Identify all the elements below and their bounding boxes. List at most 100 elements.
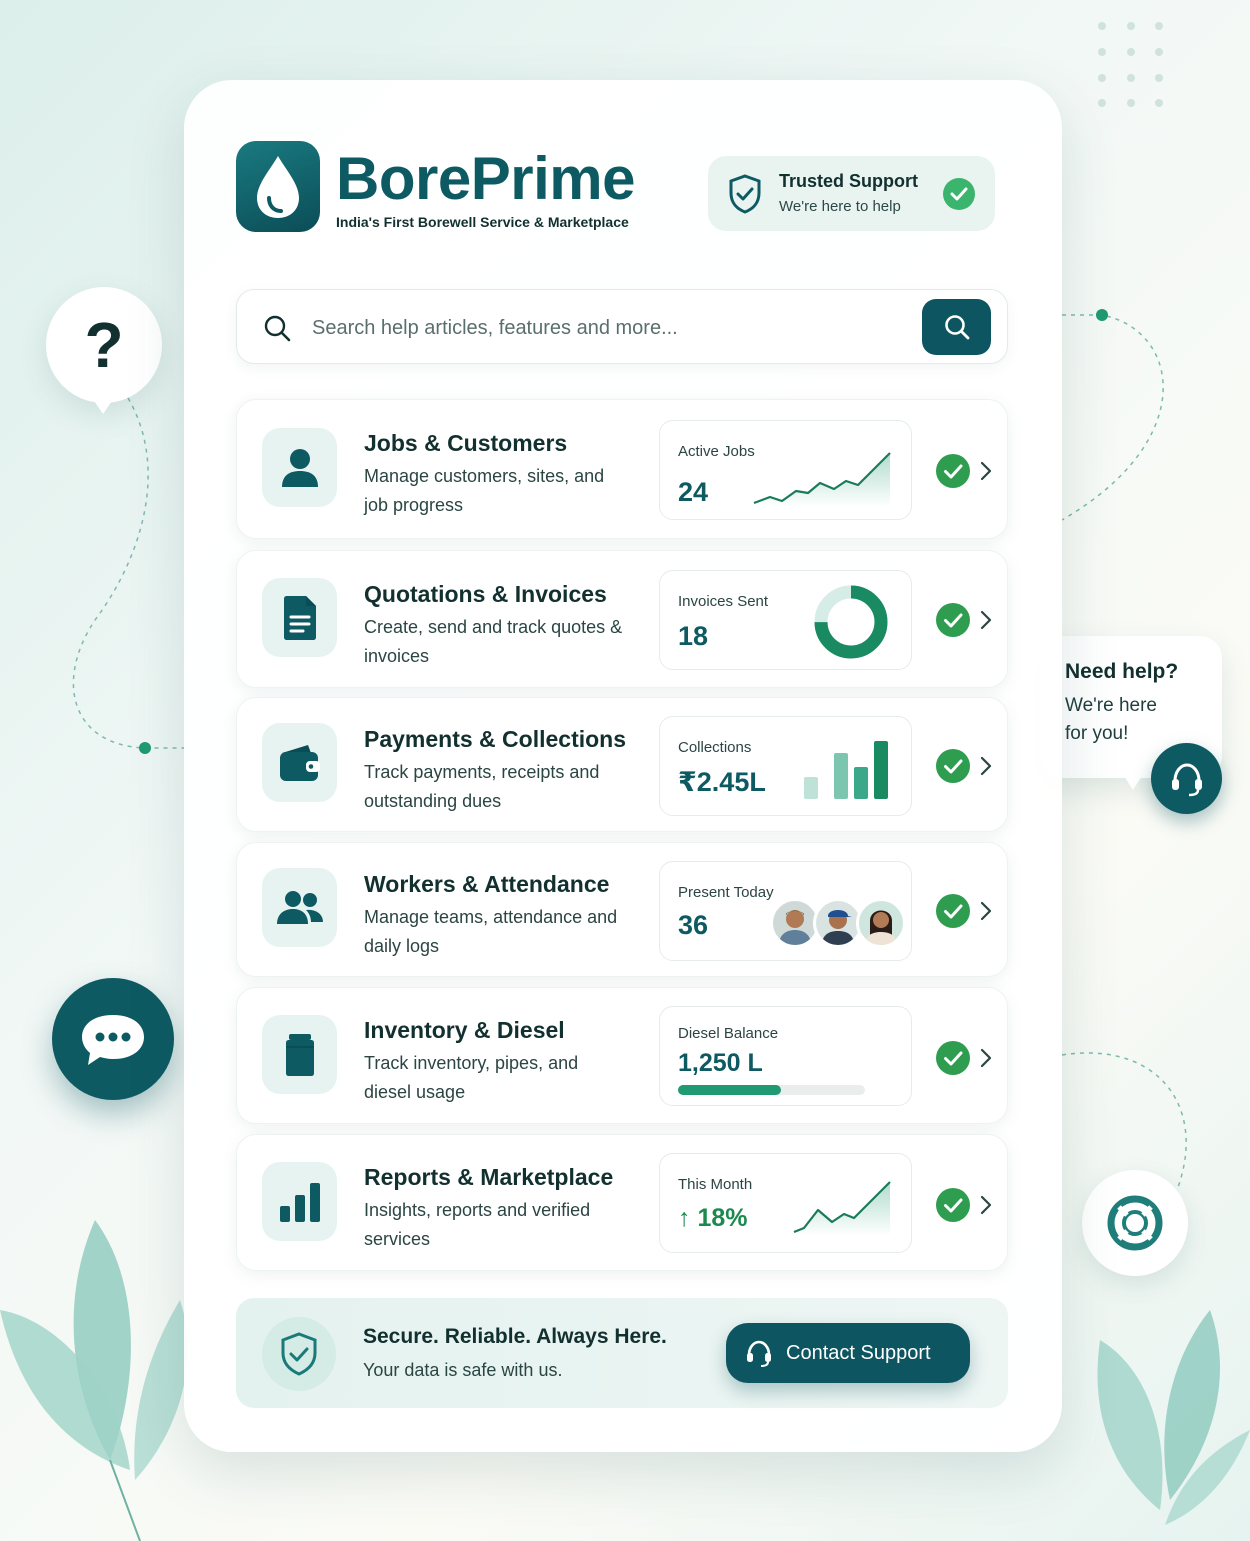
document-icon bbox=[283, 595, 316, 640]
icon-tile bbox=[262, 1162, 337, 1241]
stat-card-active-jobs: Active Jobs 24 bbox=[659, 420, 912, 520]
search-icon bbox=[944, 315, 969, 340]
avatar bbox=[856, 898, 906, 948]
security-banner: Secure. Reliable. Always Here. Your data… bbox=[236, 1298, 1008, 1408]
shield-check-icon bbox=[281, 1332, 317, 1376]
person-icon bbox=[281, 448, 318, 487]
row-description: Manage customers, sites, and job progres… bbox=[364, 466, 605, 515]
check-circle-icon bbox=[936, 1041, 970, 1075]
contact-support-label: Contact Support bbox=[786, 1341, 931, 1364]
brand-tagline: India's First Borewell Service & Marketp… bbox=[336, 214, 629, 230]
row-description: Create, send and track quotes & invoices bbox=[364, 617, 623, 666]
stat-value: ₹2.45L bbox=[678, 767, 766, 797]
stat-label: Collections bbox=[678, 739, 752, 756]
row-workers-attendance[interactable]: Workers & Attendance Manage teams, atten… bbox=[236, 842, 1008, 977]
headset-support-button[interactable] bbox=[1151, 743, 1222, 814]
icon-tile bbox=[262, 868, 337, 947]
stat-card-this-month: This Month ↑ 18% bbox=[659, 1153, 912, 1253]
check-circle-icon bbox=[936, 1188, 970, 1222]
chat-bubble-icon bbox=[82, 1015, 144, 1065]
chevron-right-icon bbox=[980, 1048, 992, 1068]
chevron-right-icon bbox=[980, 1195, 992, 1215]
chevron-right-icon bbox=[980, 756, 992, 776]
search-bar bbox=[236, 289, 1008, 364]
donut-chart bbox=[814, 585, 888, 659]
diesel-progress-fill bbox=[678, 1085, 781, 1095]
trusted-support-subtitle: We're here to help bbox=[779, 198, 901, 215]
icon-tile bbox=[262, 578, 337, 657]
help-bubble-button[interactable]: ? bbox=[46, 287, 162, 403]
jerrycan-icon bbox=[285, 1033, 314, 1076]
banner-title: Secure. Reliable. Always Here. bbox=[363, 1325, 667, 1348]
search-button[interactable] bbox=[922, 299, 991, 355]
brand-logo bbox=[236, 141, 320, 232]
headset-icon bbox=[1171, 762, 1202, 796]
mini-bar-chart bbox=[804, 741, 888, 799]
main-card: BorePrime India's First Borewell Service… bbox=[184, 80, 1062, 1452]
help-bubble-tail bbox=[92, 398, 114, 414]
stat-card-diesel-balance: Diesel Balance 1,250 L bbox=[659, 1006, 912, 1106]
lifebuoy-icon bbox=[1107, 1195, 1163, 1251]
banner-subtitle: Your data is safe with us. bbox=[363, 1360, 563, 1380]
row-reports-marketplace[interactable]: Reports & Marketplace Insights, reports … bbox=[236, 1134, 1008, 1271]
check-circle-icon bbox=[936, 454, 970, 488]
search-input[interactable] bbox=[312, 310, 912, 346]
stat-value: 18 bbox=[678, 621, 709, 651]
check-circle-icon bbox=[936, 603, 970, 637]
stat-label: Active Jobs bbox=[678, 443, 755, 460]
trusted-support-title: Trusted Support bbox=[779, 171, 918, 191]
row-payments-collections[interactable]: Payments & Collections Track payments, r… bbox=[236, 697, 1008, 832]
trusted-support-badge[interactable]: Trusted Support We're here to help bbox=[708, 156, 995, 231]
stat-value: 1,250 L bbox=[678, 1049, 763, 1077]
row-quotations-invoices[interactable]: Quotations & Invoices Create, send and t… bbox=[236, 550, 1008, 688]
search-icon bbox=[264, 315, 291, 342]
icon-tile bbox=[262, 1015, 337, 1094]
icon-tile bbox=[262, 428, 337, 507]
row-description: Track payments, receipts and outstanding… bbox=[364, 762, 600, 811]
water-drop-icon bbox=[257, 155, 299, 218]
chat-button[interactable] bbox=[52, 978, 174, 1100]
row-description: Insights, reports and verified services bbox=[364, 1200, 591, 1249]
check-circle-icon bbox=[936, 894, 970, 928]
row-jobs-customers[interactable]: Jobs & Customers Manage customers, sites… bbox=[236, 399, 1008, 539]
stat-label: Invoices Sent bbox=[678, 593, 769, 610]
growth-sparkline bbox=[793, 1181, 891, 1236]
row-description: Track inventory, pipes, and diesel usage bbox=[364, 1053, 579, 1102]
chevron-right-icon bbox=[980, 610, 992, 630]
leaf-decoration-right bbox=[1097, 1310, 1250, 1525]
lifebuoy-button[interactable] bbox=[1082, 1170, 1188, 1276]
row-title: Reports & Marketplace bbox=[364, 1164, 614, 1190]
avatar-group bbox=[770, 898, 910, 950]
row-description: Manage teams, attendance and daily logs bbox=[364, 907, 618, 956]
row-title: Payments & Collections bbox=[364, 726, 627, 752]
diesel-progress-bar bbox=[678, 1085, 865, 1095]
shield-badge bbox=[262, 1317, 336, 1391]
sparkline-chart bbox=[753, 452, 891, 507]
row-title: Jobs & Customers bbox=[364, 430, 568, 456]
wallet-icon bbox=[279, 744, 320, 781]
row-inventory-diesel[interactable]: Inventory & Diesel Track inventory, pipe… bbox=[236, 987, 1008, 1124]
question-icon: ? bbox=[84, 309, 124, 381]
bar-chart-icon bbox=[279, 1182, 320, 1222]
brand-name: BorePrime bbox=[336, 145, 635, 212]
team-icon bbox=[276, 890, 323, 924]
stat-label: Present Today bbox=[678, 884, 774, 901]
stat-card-present-today: Present Today 36 bbox=[659, 861, 912, 961]
need-help-title: Need help? bbox=[1065, 660, 1179, 683]
need-help-subtitle: We're here for you! bbox=[1065, 695, 1157, 744]
stat-value: 36 bbox=[678, 910, 709, 940]
check-circle-icon bbox=[936, 749, 970, 783]
stat-card-invoices-sent: Invoices Sent 18 bbox=[659, 570, 912, 670]
stat-label: This Month bbox=[678, 1176, 753, 1193]
stat-value: ↑ 18% bbox=[678, 1204, 748, 1232]
headset-icon bbox=[747, 1340, 771, 1367]
row-title: Workers & Attendance bbox=[364, 871, 610, 897]
stat-value: 24 bbox=[678, 477, 709, 507]
need-help-tail bbox=[1124, 776, 1142, 790]
chevron-right-icon bbox=[980, 461, 992, 481]
stat-label: Diesel Balance bbox=[678, 1025, 779, 1042]
icon-tile bbox=[262, 723, 337, 802]
row-title: Inventory & Diesel bbox=[364, 1017, 565, 1043]
leaf-decoration-left bbox=[0, 1220, 188, 1541]
contact-support-button[interactable]: Contact Support bbox=[726, 1323, 970, 1383]
